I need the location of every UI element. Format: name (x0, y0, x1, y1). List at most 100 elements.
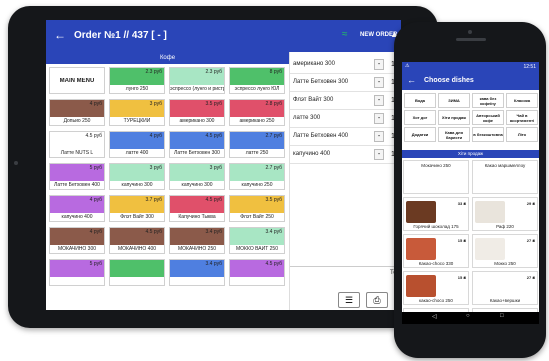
category-button[interactable]: Додатки (404, 127, 436, 142)
category-button[interactable]: Чай в асортименті (506, 110, 538, 125)
decrease-button[interactable]: - (374, 113, 384, 124)
category-button[interactable]: в безкоштовна (472, 127, 504, 142)
dish-name: какао-choco 250 (419, 298, 453, 303)
phone-nav-bar: ◁ ○ □ (402, 312, 539, 324)
decrease-button[interactable]: - (374, 59, 384, 70)
main-menu-button[interactable]: MAIN MENU (49, 67, 105, 94)
product-tile[interactable]: 3 руб капучино 300 (109, 163, 165, 190)
tile-name: капучино 400 (61, 214, 93, 220)
category-button[interactable]: Літо (506, 127, 538, 142)
decrease-button[interactable]: - (374, 149, 384, 160)
dish-name: Раф 220 (496, 224, 514, 229)
decrease-button[interactable]: - (374, 77, 384, 88)
page-title: Choose dishes (424, 77, 474, 84)
product-tile[interactable]: 2.7 руб латте 250 (229, 131, 285, 158)
category-button[interactable]: Хіти продаж (438, 110, 470, 125)
phone-screen: ⚠ 12:51 ← Choose dishes Вода ЗИМА кава без… (402, 62, 539, 324)
dish-price: 27 ₴ (526, 238, 535, 243)
product-tile[interactable]: 4 руб МОКАЧИНО 300 (49, 227, 105, 254)
dish-card[interactable]: Какао маршмеллоу (472, 160, 538, 194)
product-tile[interactable]: 5 руб Латте Бетховен 400 (49, 163, 105, 190)
product-tile[interactable]: 4 руб Допьио 250 (49, 99, 105, 126)
product-tile[interactable]: 4.5 руб Латте Бетховен 300 (169, 131, 225, 158)
tile-price: 3.5 руб (265, 197, 282, 203)
product-tile[interactable]: 4 руб латте 400 (109, 131, 165, 158)
dish-card[interactable]: Мокко 250 27 ₴ (472, 234, 538, 268)
dish-card[interactable]: Раф 220 29 ₴ (472, 197, 538, 231)
nav-back-icon[interactable]: ◁ (432, 313, 437, 320)
order-item-name: Латте Бетховен 400 (293, 133, 349, 139)
dish-photo (406, 201, 436, 223)
tile-name: Латте Бетховен 300 (174, 150, 220, 156)
dish-price: 33 ₴ (457, 201, 466, 206)
nav-recents-icon[interactable]: □ (500, 313, 504, 319)
dish-card[interactable]: Какао+вершки 27 ₴ (472, 271, 538, 305)
category-button[interactable]: Класика (506, 93, 538, 108)
dish-photo (475, 201, 505, 223)
dish-card[interactable]: Какао-choco 330 15 ₴ (403, 234, 469, 268)
product-tile[interactable]: 8 руб эспрессо лунго ЮЛ (229, 67, 285, 94)
product-tile[interactable]: 4.5 руб (229, 259, 285, 286)
product-tile[interactable]: 2.7 руб капучино 250 (229, 163, 285, 190)
dish-card[interactable]: Горячий шоколад 175 33 ₴ (403, 197, 469, 231)
product-tile[interactable]: 3.5 руб американо 300 (169, 99, 225, 126)
phone-device: ⚠ 12:51 ← Choose dishes Вода ЗИМА кава без… (394, 22, 546, 358)
warning-icon: ⚠ (405, 63, 410, 69)
back-arrow-icon[interactable]: ← (54, 28, 66, 42)
decrease-button[interactable]: - (374, 131, 384, 142)
dish-name: Горячий шоколад 175 (413, 224, 459, 229)
order-line: Флэт Вайт 300-1 (290, 92, 401, 110)
tile-price: 3 руб (209, 165, 222, 171)
product-tile[interactable] (109, 259, 165, 286)
dish-photo (475, 275, 505, 297)
tile-price: 2.3 руб (205, 69, 222, 75)
phone-camera (468, 30, 472, 34)
dish-name: Какао-choco 330 (418, 261, 454, 266)
category-grid: Вода ЗИМА кава без кофеїну Класика Хот дог Хі… (404, 93, 538, 142)
tile-name: МОККО ВАЙТ 250 (236, 246, 278, 252)
product-tile[interactable]: 2.3 руб лунго 250 (109, 67, 165, 94)
tile-price: 3 руб (149, 165, 162, 171)
category-button[interactable]: Вода (404, 93, 436, 108)
tablet-app-bar: ← Order №1 // 437 [ - ] ≈ NEW ORDER ▲ (46, 20, 401, 52)
dish-photo (406, 238, 436, 260)
decrease-button[interactable]: - (374, 95, 384, 106)
product-tile[interactable]: 3.7 руб Флэт Вайт 300 (109, 195, 165, 222)
product-tile[interactable]: 3 руб капучино 300 (169, 163, 225, 190)
nav-home-icon[interactable]: ○ (466, 313, 470, 319)
tile-name: Флэт Вайт 300 (120, 214, 154, 220)
print-icon[interactable]: ⎙ (366, 292, 388, 308)
product-tile[interactable]: 3.4 руб МОККО ВАЙТ 250 (229, 227, 285, 254)
menu-icon[interactable]: ☰ (338, 292, 360, 308)
product-tile[interactable]: 2.8 руб американо 250 (229, 99, 285, 126)
category-button[interactable]: Хот дог (404, 110, 436, 125)
category-button[interactable]: Авторський кофе (472, 110, 504, 125)
product-tile[interactable]: 3.4 руб (169, 259, 225, 286)
dish-card[interactable]: Мокачино 250 (403, 160, 469, 194)
product-tile[interactable]: 4.5 руб МОКАЧИНО 400 (109, 227, 165, 254)
tablet-camera (14, 161, 18, 165)
product-tile[interactable]: 5 руб (49, 259, 105, 286)
product-tile[interactable]: 4 руб капучино 400 (49, 195, 105, 222)
category-button[interactable]: Кава для баристи (438, 127, 470, 142)
product-tile[interactable]: 2.3 руб эспрессо (лунго и ристретто) (169, 67, 225, 94)
product-tile[interactable]: 3 руб ТУРЕЦКИЙ (109, 99, 165, 126)
tile-price: 4.5 руб (85, 133, 102, 139)
product-tile[interactable]: 4.5 руб Капучино Тыква (169, 195, 225, 222)
order-line: капучино 400-1 (290, 146, 401, 164)
product-tile[interactable]: 3.4 руб МОКАЧИНО 250 (169, 227, 225, 254)
tile-name: латте 250 (245, 150, 269, 156)
product-tile[interactable]: 4.5 руб Латте NUTS L (49, 131, 105, 158)
product-tile[interactable]: 3.5 руб Флэт Вайт 250 (229, 195, 285, 222)
tile-name: Допьио 250 (63, 118, 91, 124)
order-item-name: американо 300 (293, 61, 335, 67)
tile-price: 5 руб (89, 261, 102, 267)
category-button[interactable]: ЗИМА (438, 93, 470, 108)
dish-card[interactable]: какао-choco 250 15 ₴ (403, 271, 469, 305)
tile-name: MAIN MENU (59, 78, 95, 84)
dish-price: 29 ₴ (526, 201, 535, 206)
back-arrow-icon[interactable]: ← (407, 75, 416, 85)
dish-name: Какао+вершки (489, 298, 521, 303)
category-button[interactable]: кава без кофеїну (472, 93, 504, 108)
order-item-name: Флэт Вайт 300 (293, 97, 334, 103)
